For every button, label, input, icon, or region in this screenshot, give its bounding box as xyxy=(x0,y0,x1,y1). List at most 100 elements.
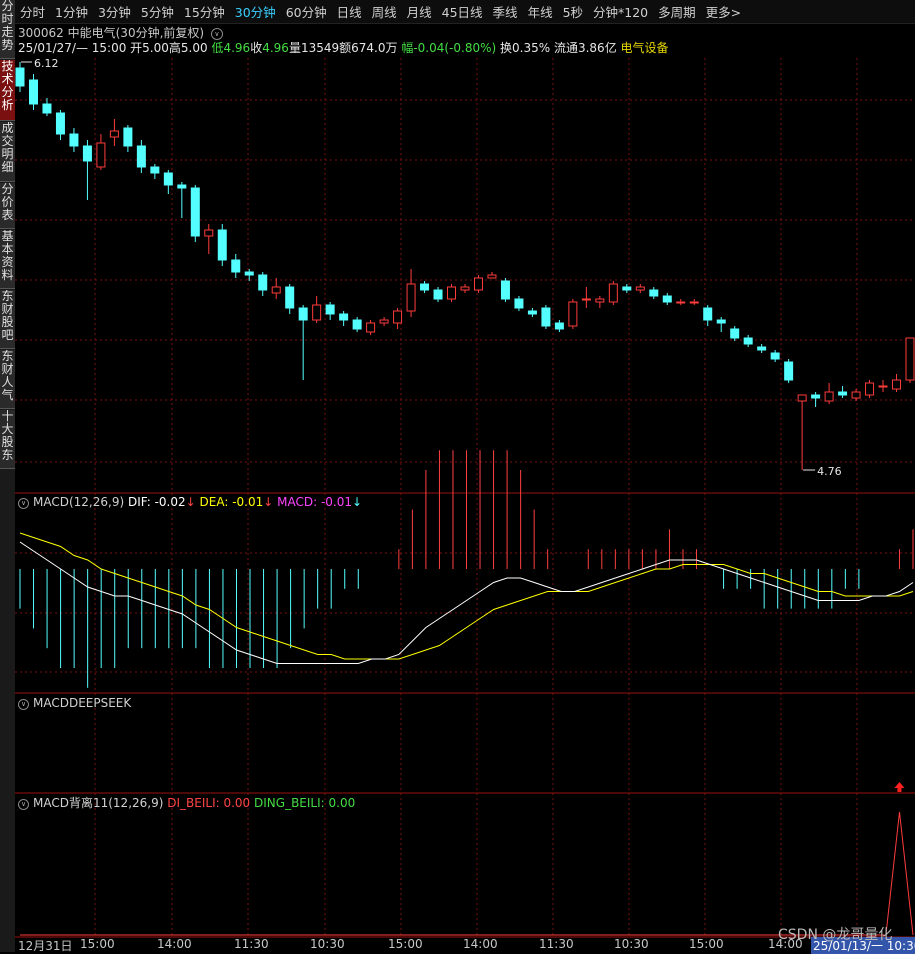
candle-body xyxy=(109,130,119,138)
candle-body xyxy=(473,277,483,291)
candle-body xyxy=(258,274,268,291)
sidebar-tab-3[interactable]: 分价表 xyxy=(0,183,15,229)
period-16[interactable]: 更多> xyxy=(701,2,746,21)
candle-body xyxy=(136,145,146,168)
period-2[interactable]: 3分钟 xyxy=(93,2,136,21)
candle-body xyxy=(797,394,807,402)
candle-body xyxy=(285,286,295,309)
quote-sector: 电气设备 xyxy=(620,41,669,55)
sidebar-tab-7[interactable]: 十大股东 xyxy=(0,410,15,469)
time-label: 15:00 xyxy=(80,937,115,951)
sidebar-tab-2[interactable]: 成交明细 xyxy=(0,122,15,182)
up-arrow-icon xyxy=(894,782,905,792)
candle-body xyxy=(811,394,821,399)
low-price-label: 4.76 xyxy=(817,465,842,478)
period-3[interactable]: 5分钟 xyxy=(136,2,179,21)
macd-dif: DIF: -0.02 xyxy=(127,495,186,509)
chevron-down-icon[interactable]: ∨ xyxy=(18,498,29,509)
candle-body xyxy=(15,67,25,87)
sidebar-tab-6[interactable]: 东财人气 xyxy=(0,350,15,409)
macddeepseek-title-bar: ∨ MACDDEEPSEEK xyxy=(18,696,131,710)
quote-low: 低4.96 xyxy=(211,41,251,55)
candle-body xyxy=(96,142,106,168)
candle-body xyxy=(689,301,699,304)
candle-body xyxy=(851,391,861,399)
candle-body xyxy=(608,283,618,303)
period-15[interactable]: 多周期 xyxy=(653,2,701,21)
candle-body xyxy=(581,298,591,301)
quote-datetime: 25/01/27/— 15:00 xyxy=(18,41,127,55)
candle-body xyxy=(635,286,645,291)
macd-beili-title-bar: ∨ MACD背离11(12,26,9) DI_BEILI: 0.00 DING_B… xyxy=(18,794,355,811)
candle-body xyxy=(649,289,659,297)
down-arrow-icon: ↓ xyxy=(263,495,274,509)
candle-body xyxy=(177,184,187,189)
time-label: 11:30 xyxy=(234,937,269,951)
candle-body xyxy=(541,307,551,327)
candle-body xyxy=(878,385,888,388)
candle-body xyxy=(662,295,672,303)
candle-body xyxy=(527,310,537,315)
period-10[interactable]: 45日线 xyxy=(437,2,488,21)
candle-body xyxy=(905,337,915,381)
candle-body xyxy=(298,307,308,321)
period-7[interactable]: 日线 xyxy=(332,2,367,21)
period-1[interactable]: 1分钟 xyxy=(50,2,93,21)
chevron-down-icon[interactable]: ∨ xyxy=(18,799,29,810)
period-4[interactable]: 15分钟 xyxy=(179,2,230,21)
candle-body xyxy=(460,286,470,291)
sidebar-tab-1[interactable]: 技术分析 xyxy=(0,60,15,121)
time-label: 10:30 xyxy=(310,937,345,951)
candle-body xyxy=(757,346,767,351)
time-label: 14:00 xyxy=(157,937,192,951)
candle-body xyxy=(55,112,65,135)
quote-close: 4.96 xyxy=(262,41,289,55)
period-toolbar: 分时 1分钟 3分钟 5分钟 15分钟 30分钟 60分钟 日线 周线 月线 45日线 季线 年线 5秒分… xyxy=(15,0,915,24)
quote-close-label: 收 xyxy=(250,41,263,55)
candle-body xyxy=(703,307,713,321)
high-price-label: 6.12 xyxy=(34,57,59,70)
period-14[interactable]: 分钟*120 xyxy=(588,2,653,21)
candle-body xyxy=(190,187,200,237)
candle-body xyxy=(824,391,834,402)
sidebar-tab-5[interactable]: 东财股吧 xyxy=(0,290,15,349)
candle-body xyxy=(231,259,241,273)
down-arrow-icon: ↓ xyxy=(185,495,196,509)
candle-body xyxy=(69,133,79,147)
time-label: 12月31日 xyxy=(18,939,73,953)
macd-beili-ding: DING_BEILI: 0.00 xyxy=(254,796,356,810)
candle-body xyxy=(123,127,133,147)
time-label: 11:30 xyxy=(539,937,574,951)
sidebar-tab-4[interactable]: 基本资料 xyxy=(0,230,15,289)
candle-body xyxy=(406,283,416,312)
candle-body xyxy=(676,301,686,304)
quote-turnover: 换0.35% xyxy=(500,41,551,55)
period-13[interactable]: 5秒 xyxy=(558,2,588,21)
macd-value: MACD: -0.01 xyxy=(277,495,353,509)
period-5[interactable]: 30分钟 xyxy=(230,2,281,21)
candle-body xyxy=(514,298,524,309)
macd-title-bar: ∨ MACD(12,26,9) DIF: -0.02↓ DEA: -0.01↓ M… xyxy=(18,495,362,509)
quote-amount: 额674.0万 xyxy=(339,41,398,55)
candle-body xyxy=(447,286,457,300)
period-12[interactable]: 年线 xyxy=(523,2,558,21)
chevron-down-icon[interactable]: ∨ xyxy=(18,699,29,710)
macddeepseek-title: MACDDEEPSEEK xyxy=(33,696,132,710)
period-8[interactable]: 周线 xyxy=(367,2,402,21)
candle-body xyxy=(568,301,578,327)
candle-body xyxy=(28,79,38,105)
watermark: CSDN @龙哥量化 xyxy=(778,927,893,943)
quote-volume: 量13549 xyxy=(288,41,340,55)
stock-code-name: 300062 中能电气(30分钟,前复权) xyxy=(18,26,205,40)
candle-body xyxy=(82,145,92,162)
candle-body xyxy=(352,319,362,330)
period-11[interactable]: 季线 xyxy=(488,2,523,21)
period-9[interactable]: 月线 xyxy=(402,2,437,21)
candle-body xyxy=(838,391,848,396)
sidebar-tab-0[interactable]: 分时走势 xyxy=(0,0,15,59)
candle-body xyxy=(892,379,902,390)
quote-open: 开5.00 xyxy=(130,41,169,55)
period-6[interactable]: 60分钟 xyxy=(281,2,332,21)
period-0[interactable]: 分时 xyxy=(15,2,50,21)
candle-body xyxy=(730,328,740,339)
